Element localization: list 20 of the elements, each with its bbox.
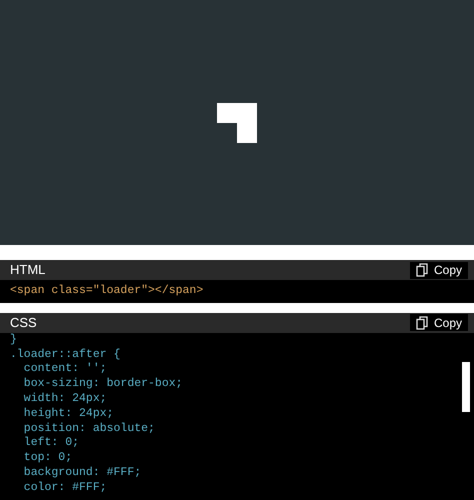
code-line: width: 24px; (22, 392, 107, 407)
panel-title: CSS (10, 314, 37, 332)
code-line: .loader::after { (10, 348, 120, 362)
copy-button[interactable]: Copy (410, 314, 468, 332)
loader-shape-icon (217, 103, 257, 143)
copy-icon (416, 316, 428, 330)
code-line: background: #FFF; (22, 466, 142, 481)
copy-button[interactable]: Copy (410, 262, 468, 278)
panel-title: HTML (10, 261, 46, 280)
code-line: } (10, 332, 17, 348)
code-line: color: #FFF; (22, 480, 107, 496)
code-line: top: 0; (22, 451, 72, 466)
code-line: box-sizing: border-box; (22, 377, 183, 392)
scrollbar-thumb[interactable] (462, 362, 470, 412)
code-line: <span class="loader"></span> (10, 284, 204, 299)
code-line: height: 24px; (22, 406, 114, 422)
code-line: position: absolute; (22, 422, 155, 436)
code-line: content: ''; (22, 362, 107, 378)
code-line: left: 0; (22, 436, 80, 452)
copy-icon (416, 263, 428, 277)
